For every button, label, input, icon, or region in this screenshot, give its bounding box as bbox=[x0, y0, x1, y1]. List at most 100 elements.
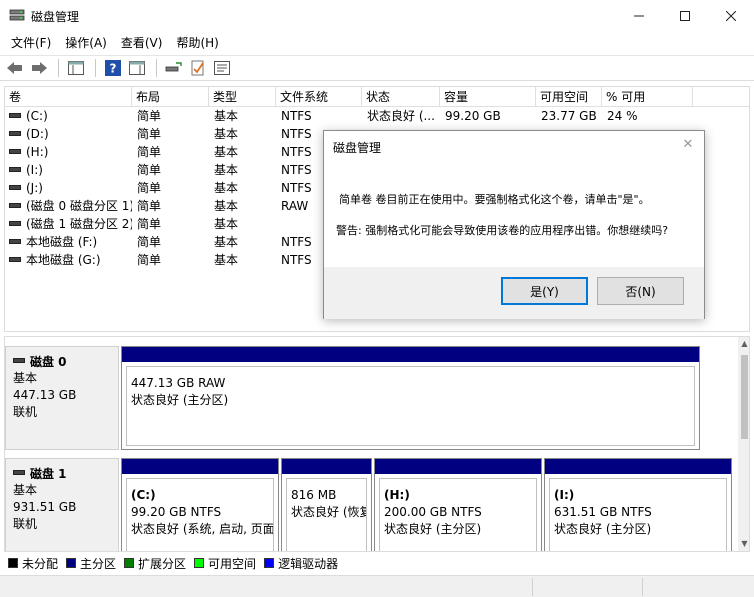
legend-swatch bbox=[66, 558, 77, 568]
type-cell: 基本 bbox=[214, 127, 239, 141]
volume-name-cell: (J:) bbox=[5, 179, 132, 197]
status-segment bbox=[532, 578, 642, 596]
partition-h[interactable]: (H:) 200.00 GB NTFS 状态良好 (主分区) bbox=[374, 458, 542, 551]
type-cell: 基本 bbox=[214, 235, 239, 249]
partition-c[interactable]: (C:) 99.20 GB NTFS 状态良好 (系统, 启动, 页面 bbox=[121, 458, 279, 551]
help-button[interactable]: ? bbox=[102, 58, 124, 78]
column-header-volume[interactable]: 卷 bbox=[5, 87, 132, 107]
status-cell: 状态良好 (... bbox=[367, 109, 435, 123]
drive-icon bbox=[9, 257, 21, 262]
dialog-title: 磁盘管理 bbox=[333, 141, 382, 155]
status-bar bbox=[0, 575, 754, 597]
properties-icon bbox=[214, 61, 230, 75]
action-pane-icon bbox=[129, 61, 145, 75]
connect-button[interactable] bbox=[163, 58, 185, 78]
primary-partition-bar bbox=[122, 459, 278, 474]
legend-item-free-space: 可用空间 bbox=[194, 555, 256, 572]
layout-cell: 简单 bbox=[137, 109, 162, 123]
partition-details: (C:) 99.20 GB NTFS 状态良好 (系统, 启动, 页面 bbox=[126, 478, 274, 551]
primary-partition-bar bbox=[375, 459, 541, 474]
partition-recovery[interactable]: 816 MB 状态良好 (恢复 bbox=[281, 458, 372, 551]
scroll-down-icon[interactable]: ▼ bbox=[738, 539, 749, 551]
menu-action[interactable]: 操作(A) bbox=[58, 32, 114, 54]
volume-row[interactable]: (C:) 简单 基本 NTFS 状态良好 (... 99.20 GB 23.77… bbox=[5, 107, 749, 125]
console-tree-button[interactable] bbox=[65, 58, 87, 78]
filesystem-cell: NTFS bbox=[281, 109, 312, 123]
scroll-up-icon[interactable]: ▲ bbox=[738, 339, 749, 351]
partition-size-fs: 816 MB bbox=[291, 488, 337, 502]
drive-icon bbox=[9, 203, 21, 208]
toolbar-separator bbox=[95, 59, 96, 77]
scroll-thumb[interactable] bbox=[741, 355, 748, 439]
menu-help[interactable]: 帮助(H) bbox=[169, 32, 225, 54]
partition-status: 状态良好 (主分区) bbox=[554, 522, 652, 536]
partition-status: 状态良好 (系统, 启动, 页面 bbox=[131, 522, 274, 536]
yes-button[interactable]: 是(Y) bbox=[501, 277, 588, 305]
back-arrow-icon bbox=[7, 62, 22, 74]
format-confirm-dialog: 磁盘管理 ✕ 简单卷 卷目前正在使用中。要强制格式化这个卷，请单击"是"。 警告… bbox=[323, 130, 705, 319]
disk-icon bbox=[13, 358, 25, 363]
legend: 未分配 主分区 扩展分区 可用空间 逻辑驱动器 bbox=[4, 553, 750, 573]
primary-partition-bar bbox=[282, 459, 371, 474]
dialog-close-icon[interactable]: ✕ bbox=[680, 137, 696, 153]
help-icon: ? bbox=[105, 60, 121, 76]
partition-i[interactable]: (I:) 631.51 GB NTFS 状态良好 (主分区) bbox=[544, 458, 732, 551]
column-header-filesystem[interactable]: 文件系统 bbox=[276, 87, 362, 107]
partition-disk0-raw[interactable]: 447.13 GB RAW 状态良好 (主分区) bbox=[121, 346, 700, 450]
volume-name-cell: (磁盘 0 磁盘分区 1) bbox=[5, 197, 132, 215]
toolbar: ? bbox=[0, 55, 754, 81]
menu-file[interactable]: 文件(F) bbox=[4, 32, 58, 54]
disk-1-block: 磁盘 1 基本 931.51 GB 联机 (C:) 99.20 GB NTFS … bbox=[5, 458, 735, 551]
partition-details: 447.13 GB RAW 状态良好 (主分区) bbox=[126, 366, 695, 446]
disk-0-block: 磁盘 0 基本 447.13 GB 联机 447.13 GB RAW 状态良好 … bbox=[5, 346, 735, 450]
dialog-warning: 警告: 强制格式化可能会导致使用该卷的应用程序出错。你想继续吗? bbox=[336, 224, 669, 237]
column-header-type[interactable]: 类型 bbox=[209, 87, 276, 107]
checklist-button[interactable] bbox=[187, 58, 209, 78]
disk-view-scrollbar[interactable]: ▲ ▼ bbox=[738, 337, 749, 551]
type-cell: 基本 bbox=[214, 145, 239, 159]
toolbar-separator bbox=[58, 59, 59, 77]
disk-graphical-view[interactable]: 磁盘 0 基本 447.13 GB 联机 447.13 GB RAW 状态良好 … bbox=[4, 336, 750, 552]
partition-status: 状态良好 (恢复 bbox=[291, 505, 367, 519]
disk-0-label[interactable]: 磁盘 0 基本 447.13 GB 联机 bbox=[5, 346, 119, 450]
layout-cell: 简单 bbox=[137, 217, 162, 231]
back-button[interactable] bbox=[4, 58, 26, 78]
partition-details: (H:) 200.00 GB NTFS 状态良好 (主分区) bbox=[379, 478, 537, 551]
connect-icon bbox=[165, 62, 182, 72]
column-header-percent-free[interactable]: % 可用 bbox=[602, 87, 693, 107]
partition-details: 816 MB 状态良好 (恢复 bbox=[286, 478, 367, 551]
forward-button[interactable] bbox=[28, 58, 50, 78]
column-header-layout[interactable]: 布局 bbox=[132, 87, 209, 107]
partition-size-fs: 447.13 GB RAW bbox=[131, 376, 226, 390]
drive-icon bbox=[9, 239, 21, 244]
column-header-status[interactable]: 状态 bbox=[362, 87, 440, 107]
layout-cell: 简单 bbox=[137, 199, 162, 213]
column-header-capacity[interactable]: 容量 bbox=[440, 87, 536, 107]
capacity-cell: 99.20 GB bbox=[445, 109, 501, 123]
maximize-button[interactable] bbox=[662, 0, 708, 31]
menu-view[interactable]: 查看(V) bbox=[114, 32, 170, 54]
legend-swatch bbox=[194, 558, 205, 568]
action-pane-button[interactable] bbox=[126, 58, 148, 78]
legend-item-extended: 扩展分区 bbox=[124, 555, 186, 572]
partition-label: (I:) bbox=[554, 488, 575, 502]
console-tree-icon bbox=[68, 61, 84, 75]
forward-arrow-icon bbox=[32, 62, 47, 74]
column-header-free-space[interactable]: 可用空间 bbox=[536, 87, 602, 107]
dialog-button-area: 是(Y) 否(N) bbox=[324, 267, 704, 319]
disk-1-kind: 基本 bbox=[13, 483, 38, 497]
properties-button[interactable] bbox=[211, 58, 233, 78]
primary-partition-bar bbox=[545, 459, 731, 474]
type-cell: 基本 bbox=[214, 163, 239, 177]
volume-list-header: 卷 布局 类型 文件系统 状态 容量 可用空间 % 可用 bbox=[5, 87, 749, 107]
volume-name-cell: (H:) bbox=[5, 143, 132, 161]
layout-cell: 简单 bbox=[137, 163, 162, 177]
minimize-button[interactable] bbox=[616, 0, 662, 31]
disk-0-kind: 基本 bbox=[13, 371, 38, 385]
drive-icon bbox=[9, 131, 21, 136]
no-button[interactable]: 否(N) bbox=[597, 277, 684, 305]
legend-swatch bbox=[124, 558, 135, 568]
drive-icon bbox=[9, 221, 21, 226]
close-button[interactable] bbox=[708, 0, 754, 31]
disk-1-label[interactable]: 磁盘 1 基本 931.51 GB 联机 bbox=[5, 458, 119, 551]
